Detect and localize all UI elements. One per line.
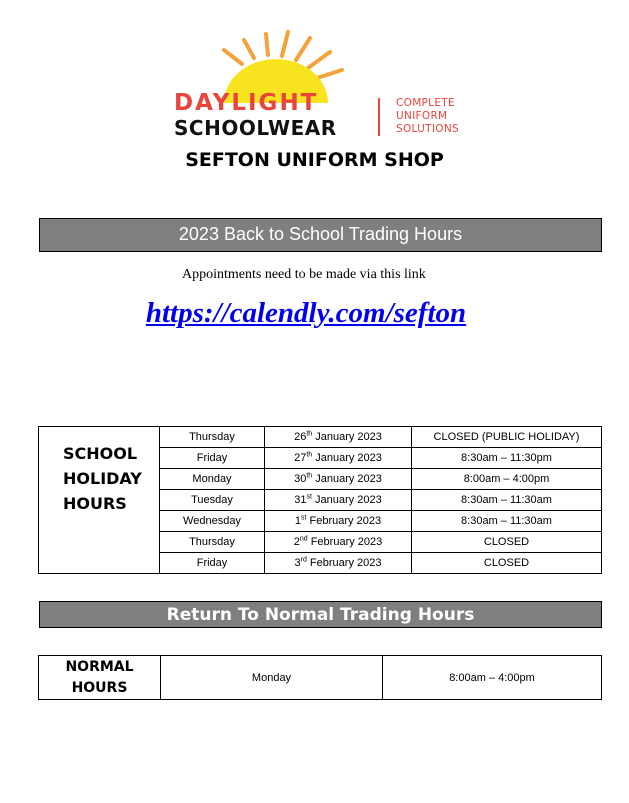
day-cell: Wednesday [159,510,265,532]
trading-hours-banner: 2023 Back to School Trading Hours [39,218,602,252]
day-cell: Friday [159,447,265,469]
date-cell: 30th January 2023 [264,468,412,490]
header-line: HOLIDAY [63,469,142,488]
date-cell: 31st January 2023 [264,489,412,511]
hours-cell: 8:30am – 11:30am [411,510,602,532]
date-rest: February 2023 [307,536,383,548]
tagline-line-2: UNIFORM [396,110,448,122]
normal-hours-header: NORMAL HOURS [38,655,161,700]
day-cell: Monday [159,468,265,490]
date-day: 30 [294,473,307,485]
tagline-line-1: COMPLETE [396,97,455,109]
day-cell: Thursday [159,426,265,448]
date-rest: January 2023 [312,473,382,485]
brand-line-1: DAYLIGHT [174,90,319,116]
date-suffix: nd [299,535,308,543]
date-rest: January 2023 [311,494,382,506]
day-cell: Friday [159,552,265,574]
date-cell: 27th January 2023 [264,447,412,469]
header-line: HOURS [63,494,127,513]
hours-cell: 8:00am – 4:00pm [382,655,602,700]
date-cell: 2nd February 2023 [264,531,412,553]
normal-hours-banner: Return To Normal Trading Hours [39,601,602,628]
date-day: 27 [294,452,307,464]
day-cell: Thursday [159,531,265,553]
header-line: NORMAL [65,658,134,675]
brand-line-2: SCHOOLWEAR [174,116,337,140]
hours-cell: CLOSED (PUBLIC HOLIDAY) [411,426,602,448]
date-cell: 26th January 2023 [264,426,412,448]
date-cell: 3rd February 2023 [264,552,412,574]
date-rest: January 2023 [312,452,382,464]
date-rest: January 2023 [312,431,382,443]
table-row: SCHOOL HOLIDAY HOURS Thursday 26th Janua… [38,426,602,574]
holiday-hours-header: SCHOOL HOLIDAY HOURS [38,426,160,574]
header-line: SCHOOL [63,444,138,463]
day-cell: Monday [160,655,383,700]
date-cell: 1st February 2023 [264,510,412,532]
table-row: NORMAL HOURS Monday 8:00am – 4:00pm [38,655,602,700]
hours-cell: 8:30am – 11:30pm [411,447,602,469]
day-cell: Tuesday [159,489,265,511]
date-day: 26 [294,431,307,443]
logo-divider [378,98,380,136]
date-day: 31 [294,494,307,506]
daylight-schoolwear-logo: DAYLIGHT SCHOOLWEAR COMPLETE UNIFORM SOL… [172,28,472,140]
hours-cell: CLOSED [411,531,602,553]
hours-cell: CLOSED [411,552,602,574]
appointment-note: Appointments need to be made via this li… [182,267,426,282]
normal-hours-table: NORMAL HOURS Monday 8:00am – 4:00pm [38,655,602,700]
hours-cell: 8:30am – 11:30am [411,489,602,511]
hours-cell: 8:00am – 4:00pm [411,468,602,490]
date-rest: February 2023 [306,557,382,569]
header-line: HOURS [71,679,128,696]
date-rest: February 2023 [306,515,382,527]
booking-link[interactable]: https://calendly.com/sefton [0,297,612,330]
shop-title: SEFTON UNIFORM SHOP [185,149,444,171]
holiday-hours-table: SCHOOL HOLIDAY HOURS Thursday 26th Janua… [38,426,602,574]
tagline-line-3: SOLUTIONS [396,123,459,135]
